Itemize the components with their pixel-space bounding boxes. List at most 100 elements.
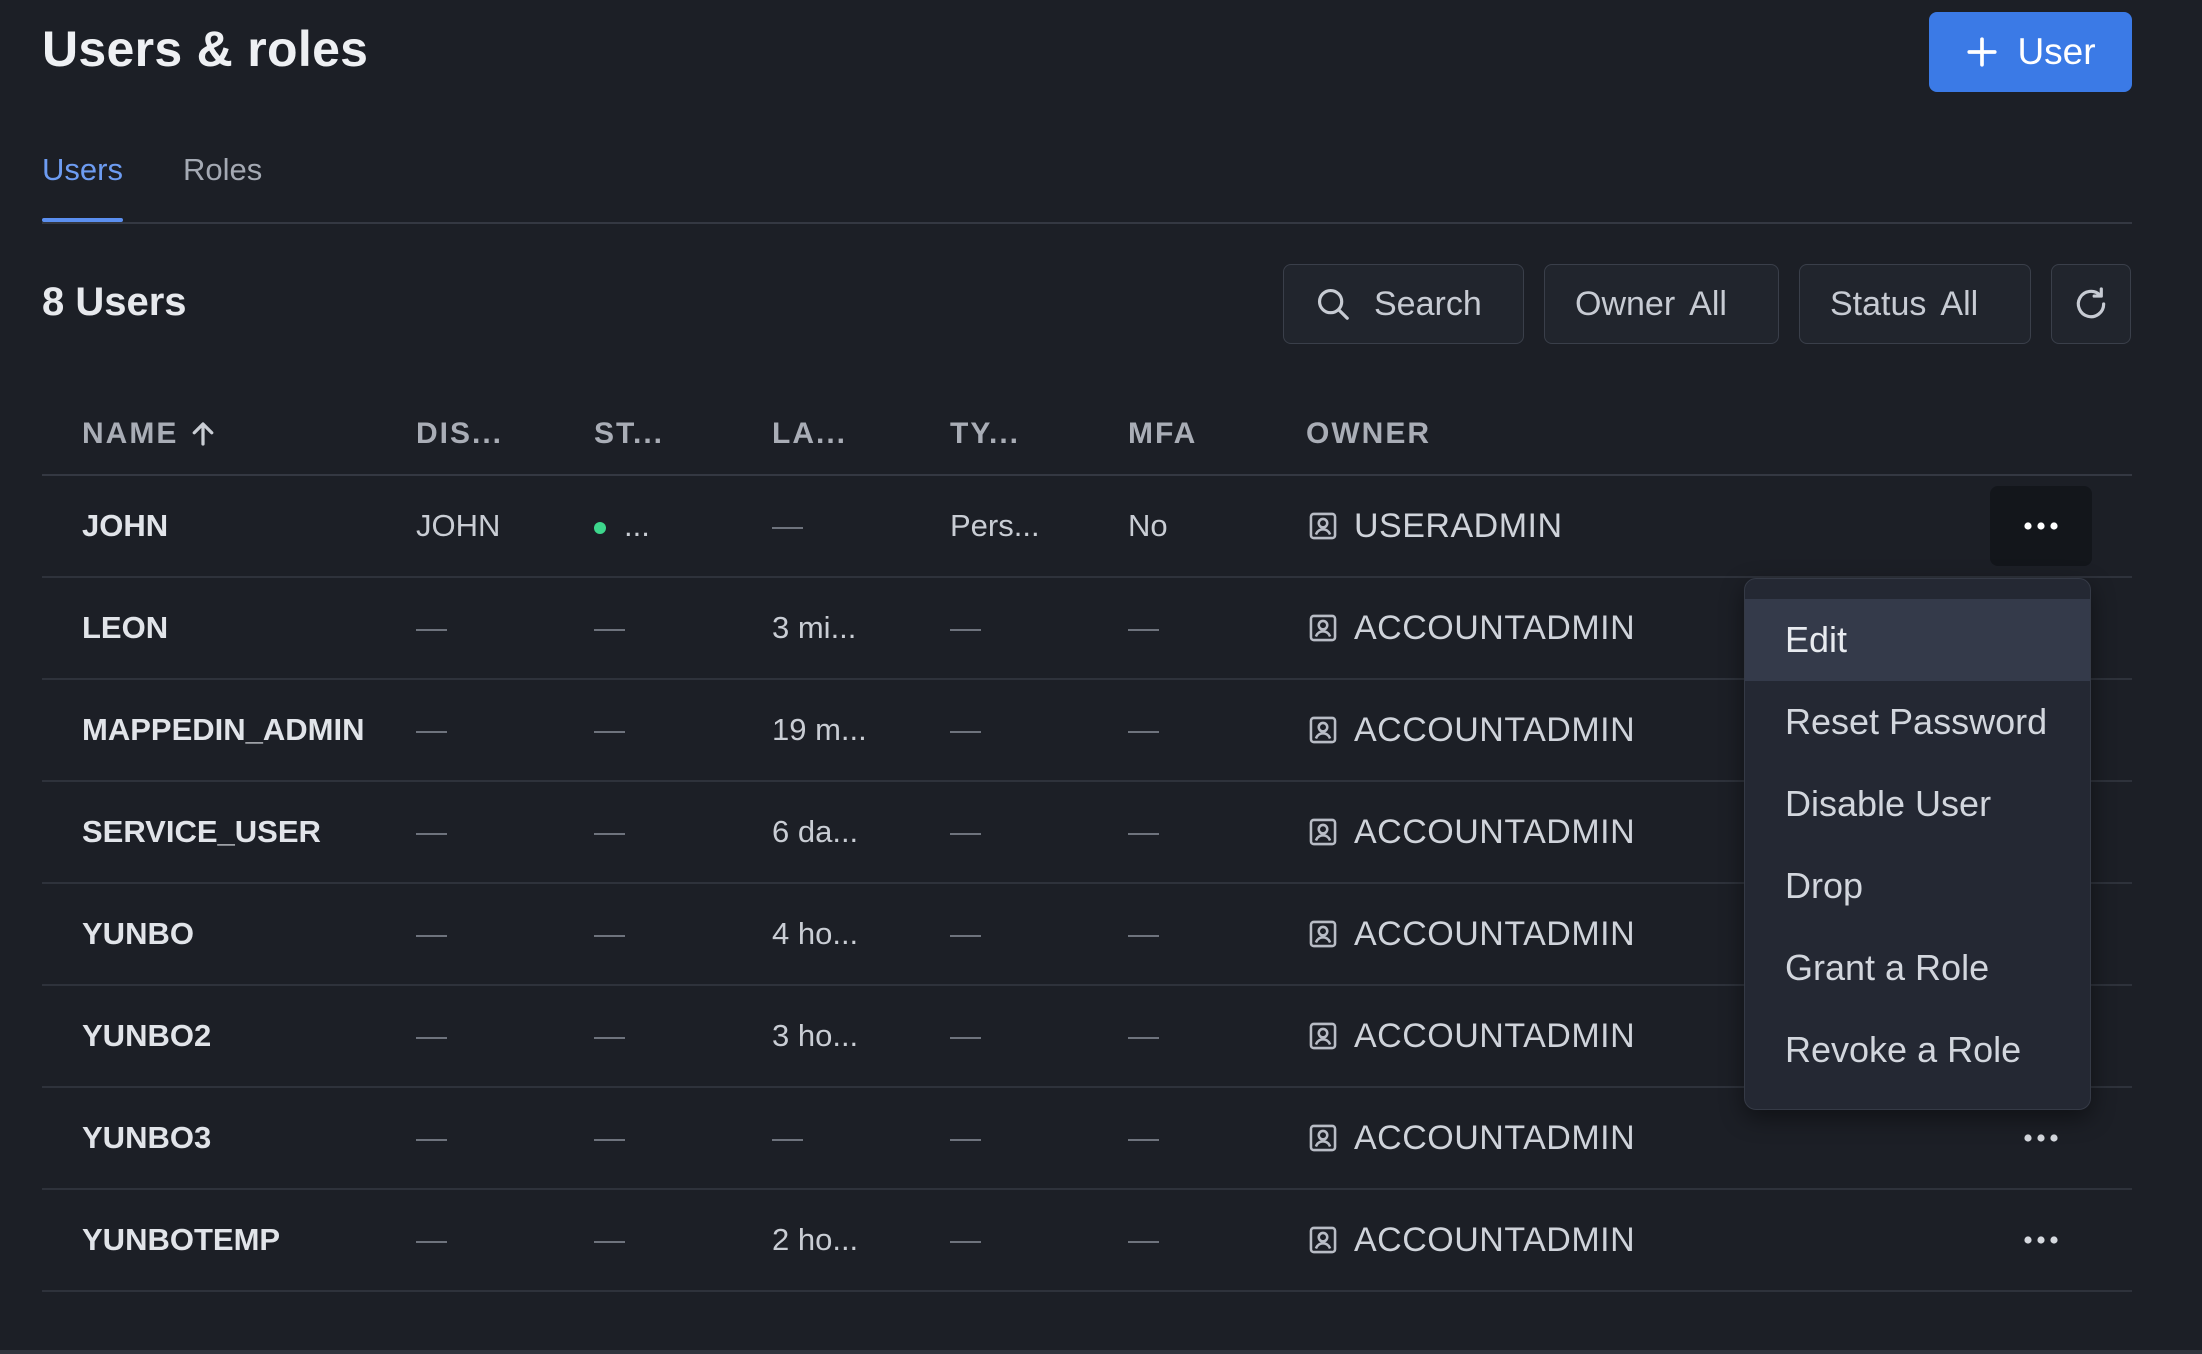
search-label: Search <box>1374 284 1482 323</box>
cell-name: YUNBO <box>82 916 194 951</box>
role-badge-icon <box>1309 614 1337 642</box>
cell-name: LEON <box>82 610 169 645</box>
tab-roles[interactable]: Roles <box>183 152 262 224</box>
owner-filter-label: Owner <box>1575 284 1676 323</box>
cell-name: YUNBO3 <box>82 1120 212 1155</box>
cell-type: — <box>950 916 981 951</box>
cell-last-login: 3 mi... <box>772 610 857 645</box>
cell-last-login: 6 da... <box>772 814 859 849</box>
refresh-button[interactable] <box>2051 264 2131 344</box>
cell-type: — <box>950 1222 981 1257</box>
cell-last-login: 4 ho... <box>772 916 859 951</box>
status-filter-label: Status <box>1830 284 1927 323</box>
menu-item-edit[interactable]: Edit <box>1745 599 2090 681</box>
cell-status: ... <box>594 508 772 544</box>
menu-item-disable-user[interactable]: Disable User <box>1745 763 2090 845</box>
cell-mfa: — <box>1128 916 1159 951</box>
tab-bar: Users Roles <box>42 152 262 224</box>
cell-mfa: — <box>1128 1120 1159 1155</box>
cell-display-name: — <box>416 1222 447 1257</box>
cell-display-name: — <box>416 1018 447 1053</box>
menu-item-revoke-role[interactable]: Revoke a Role <box>1745 1009 2090 1091</box>
menu-item-grant-role[interactable]: Grant a Role <box>1745 927 2090 1009</box>
cell-status: — <box>594 610 625 645</box>
cell-name: YUNBO2 <box>82 1018 212 1053</box>
cell-status: — <box>594 1018 625 1053</box>
owner-name: ACCOUNTADMIN <box>1354 1118 1636 1157</box>
page-title: Users & roles <box>42 21 369 77</box>
owner-name: ACCOUNTADMIN <box>1354 1016 1636 1055</box>
column-header-display-name[interactable]: DIS... <box>416 417 594 451</box>
cell-last-login: — <box>772 508 803 543</box>
cell-mfa: — <box>1128 610 1159 645</box>
column-header-owner[interactable]: OWNER <box>1306 417 2132 451</box>
column-header-last-login[interactable]: LA... <box>772 417 950 451</box>
cell-mfa: — <box>1128 1222 1159 1257</box>
cell-mfa: — <box>1128 814 1159 849</box>
owner-filter[interactable]: Owner All <box>1544 264 1779 344</box>
cell-status: — <box>594 916 625 951</box>
row-actions-button[interactable] <box>1990 1098 2092 1178</box>
plus-icon <box>1967 37 1998 67</box>
row-actions-button[interactable] <box>1990 1200 2092 1280</box>
table-row[interactable]: JOHN JOHN ... — Pers... No USERADMIN <box>42 476 2132 578</box>
cell-type: — <box>950 814 981 849</box>
owner-name: USERADMIN <box>1354 506 1563 545</box>
cell-name: YUNBOTEMP <box>82 1222 281 1257</box>
menu-item-drop[interactable]: Drop <box>1745 845 2090 927</box>
bottom-divider <box>0 1350 2202 1354</box>
tabs-divider <box>42 222 2132 224</box>
cell-display-name: — <box>416 916 447 951</box>
cell-name: JOHN <box>82 508 169 543</box>
cell-display-name: — <box>416 814 447 849</box>
cell-display-name: — <box>416 1120 447 1155</box>
status-dot <box>594 521 606 534</box>
owner-name: ACCOUNTADMIN <box>1354 1220 1636 1259</box>
column-header-name[interactable]: NAME <box>42 417 416 451</box>
status-filter[interactable]: Status All <box>1799 264 2031 344</box>
toolbar: Search Owner All Status All <box>1283 264 2131 344</box>
cell-mfa: — <box>1128 1018 1159 1053</box>
cell-last-login: — <box>772 1120 803 1155</box>
cell-status-text: ... <box>624 508 650 543</box>
role-badge-icon <box>1309 512 1337 540</box>
owner-name: ACCOUNTADMIN <box>1354 812 1636 851</box>
column-name-label: NAME <box>82 417 179 450</box>
role-badge-icon <box>1309 920 1337 948</box>
cell-display-name: — <box>416 712 447 747</box>
cell-status: — <box>594 1222 625 1257</box>
cell-display-name: — <box>416 610 447 645</box>
role-badge-icon <box>1309 818 1337 846</box>
owner-name: ACCOUNTADMIN <box>1354 914 1636 953</box>
tab-users[interactable]: Users <box>42 152 123 224</box>
arrow-up-icon <box>192 422 214 446</box>
refresh-icon <box>2076 287 2106 319</box>
cell-last-login: 2 ho... <box>772 1222 859 1257</box>
cell-mfa: No <box>1128 508 1168 543</box>
cell-mfa: — <box>1128 712 1159 747</box>
column-header-status[interactable]: ST... <box>594 417 772 451</box>
cell-status: — <box>594 814 625 849</box>
role-badge-icon <box>1309 1022 1337 1050</box>
add-user-button[interactable]: User <box>1929 12 2132 92</box>
cell-name: SERVICE_USER <box>82 814 321 849</box>
cell-type: — <box>950 1018 981 1053</box>
role-badge-icon <box>1309 716 1337 744</box>
owner-name: ACCOUNTADMIN <box>1354 710 1636 749</box>
status-filter-value: All <box>1940 284 1979 323</box>
table-row[interactable]: YUNBOTEMP — — 2 ho... — — ACCOUNTADMIN <box>42 1190 2132 1292</box>
cell-display-name: JOHN <box>416 508 501 543</box>
cell-type: — <box>950 610 981 645</box>
column-header-type[interactable]: TY... <box>950 417 1128 451</box>
role-badge-icon <box>1309 1226 1337 1254</box>
cell-last-login: 3 ho... <box>772 1018 859 1053</box>
add-user-label: User <box>2017 31 2096 72</box>
column-header-mfa[interactable]: MFA <box>1128 417 1306 451</box>
menu-item-reset-password[interactable]: Reset Password <box>1745 681 2090 763</box>
cell-type: Pers... <box>950 508 1040 543</box>
search-button[interactable]: Search <box>1283 264 1524 344</box>
table-header: NAME DIS... ST... LA... TY... MFA OWNER <box>42 394 2132 476</box>
row-actions-button[interactable] <box>1990 486 2092 566</box>
owner-filter-value: All <box>1689 284 1727 323</box>
owner-name: ACCOUNTADMIN <box>1354 608 1636 647</box>
